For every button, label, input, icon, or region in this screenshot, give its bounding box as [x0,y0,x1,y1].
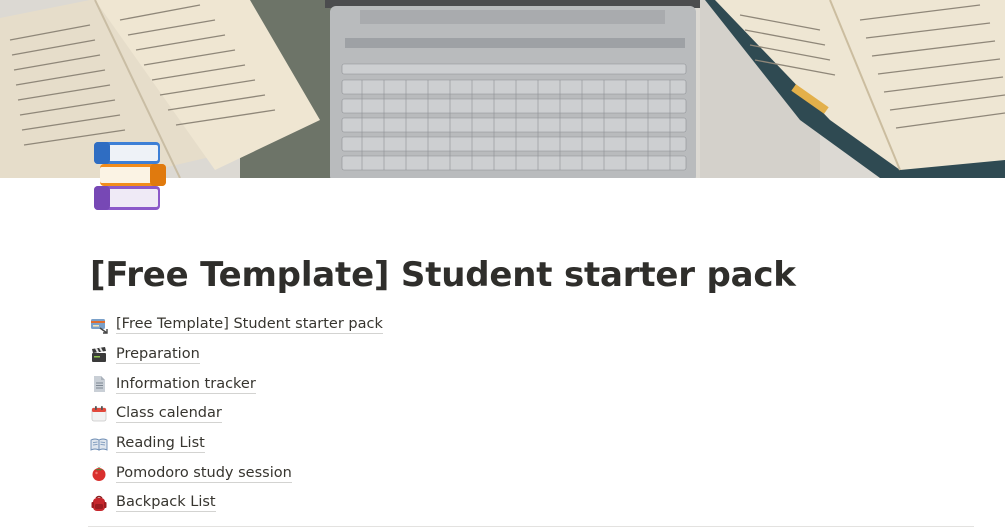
link-label: Pomodoro study session [116,464,292,483]
backpack-icon [90,494,108,512]
document-icon [90,375,108,393]
divider [88,526,974,527]
list-item[interactable]: Information tracker [90,369,383,399]
notion-page: [Free Template] Student starter pack [Fr… [0,0,1005,532]
link-label: [Free Template] Student starter pack [116,316,383,335]
link-label: Reading List [116,435,205,454]
page-title: [Free Template] Student starter pack [90,255,796,295]
calendar-icon [90,405,108,423]
clapper-board-icon [90,346,108,364]
list-item[interactable]: Pomodoro study session [90,458,383,488]
list-item[interactable]: Preparation [90,340,383,370]
books-icon[interactable] [90,136,168,216]
list-item[interactable]: [Free Template] Student starter pack [90,310,383,340]
list-item[interactable]: Reading List [90,429,383,459]
link-label: Backpack List [116,494,216,513]
link-label: Class calendar [116,405,222,424]
list-item[interactable]: Backpack List [90,488,383,518]
subpage-list: [Free Template] Student starter pack Pre… [90,310,383,518]
link-label: Preparation [116,346,200,365]
gift-card-icon [90,316,108,334]
open-book-icon [90,435,108,453]
tomato-icon [90,464,108,482]
list-item[interactable]: Class calendar [90,399,383,429]
link-label: Information tracker [116,375,256,394]
